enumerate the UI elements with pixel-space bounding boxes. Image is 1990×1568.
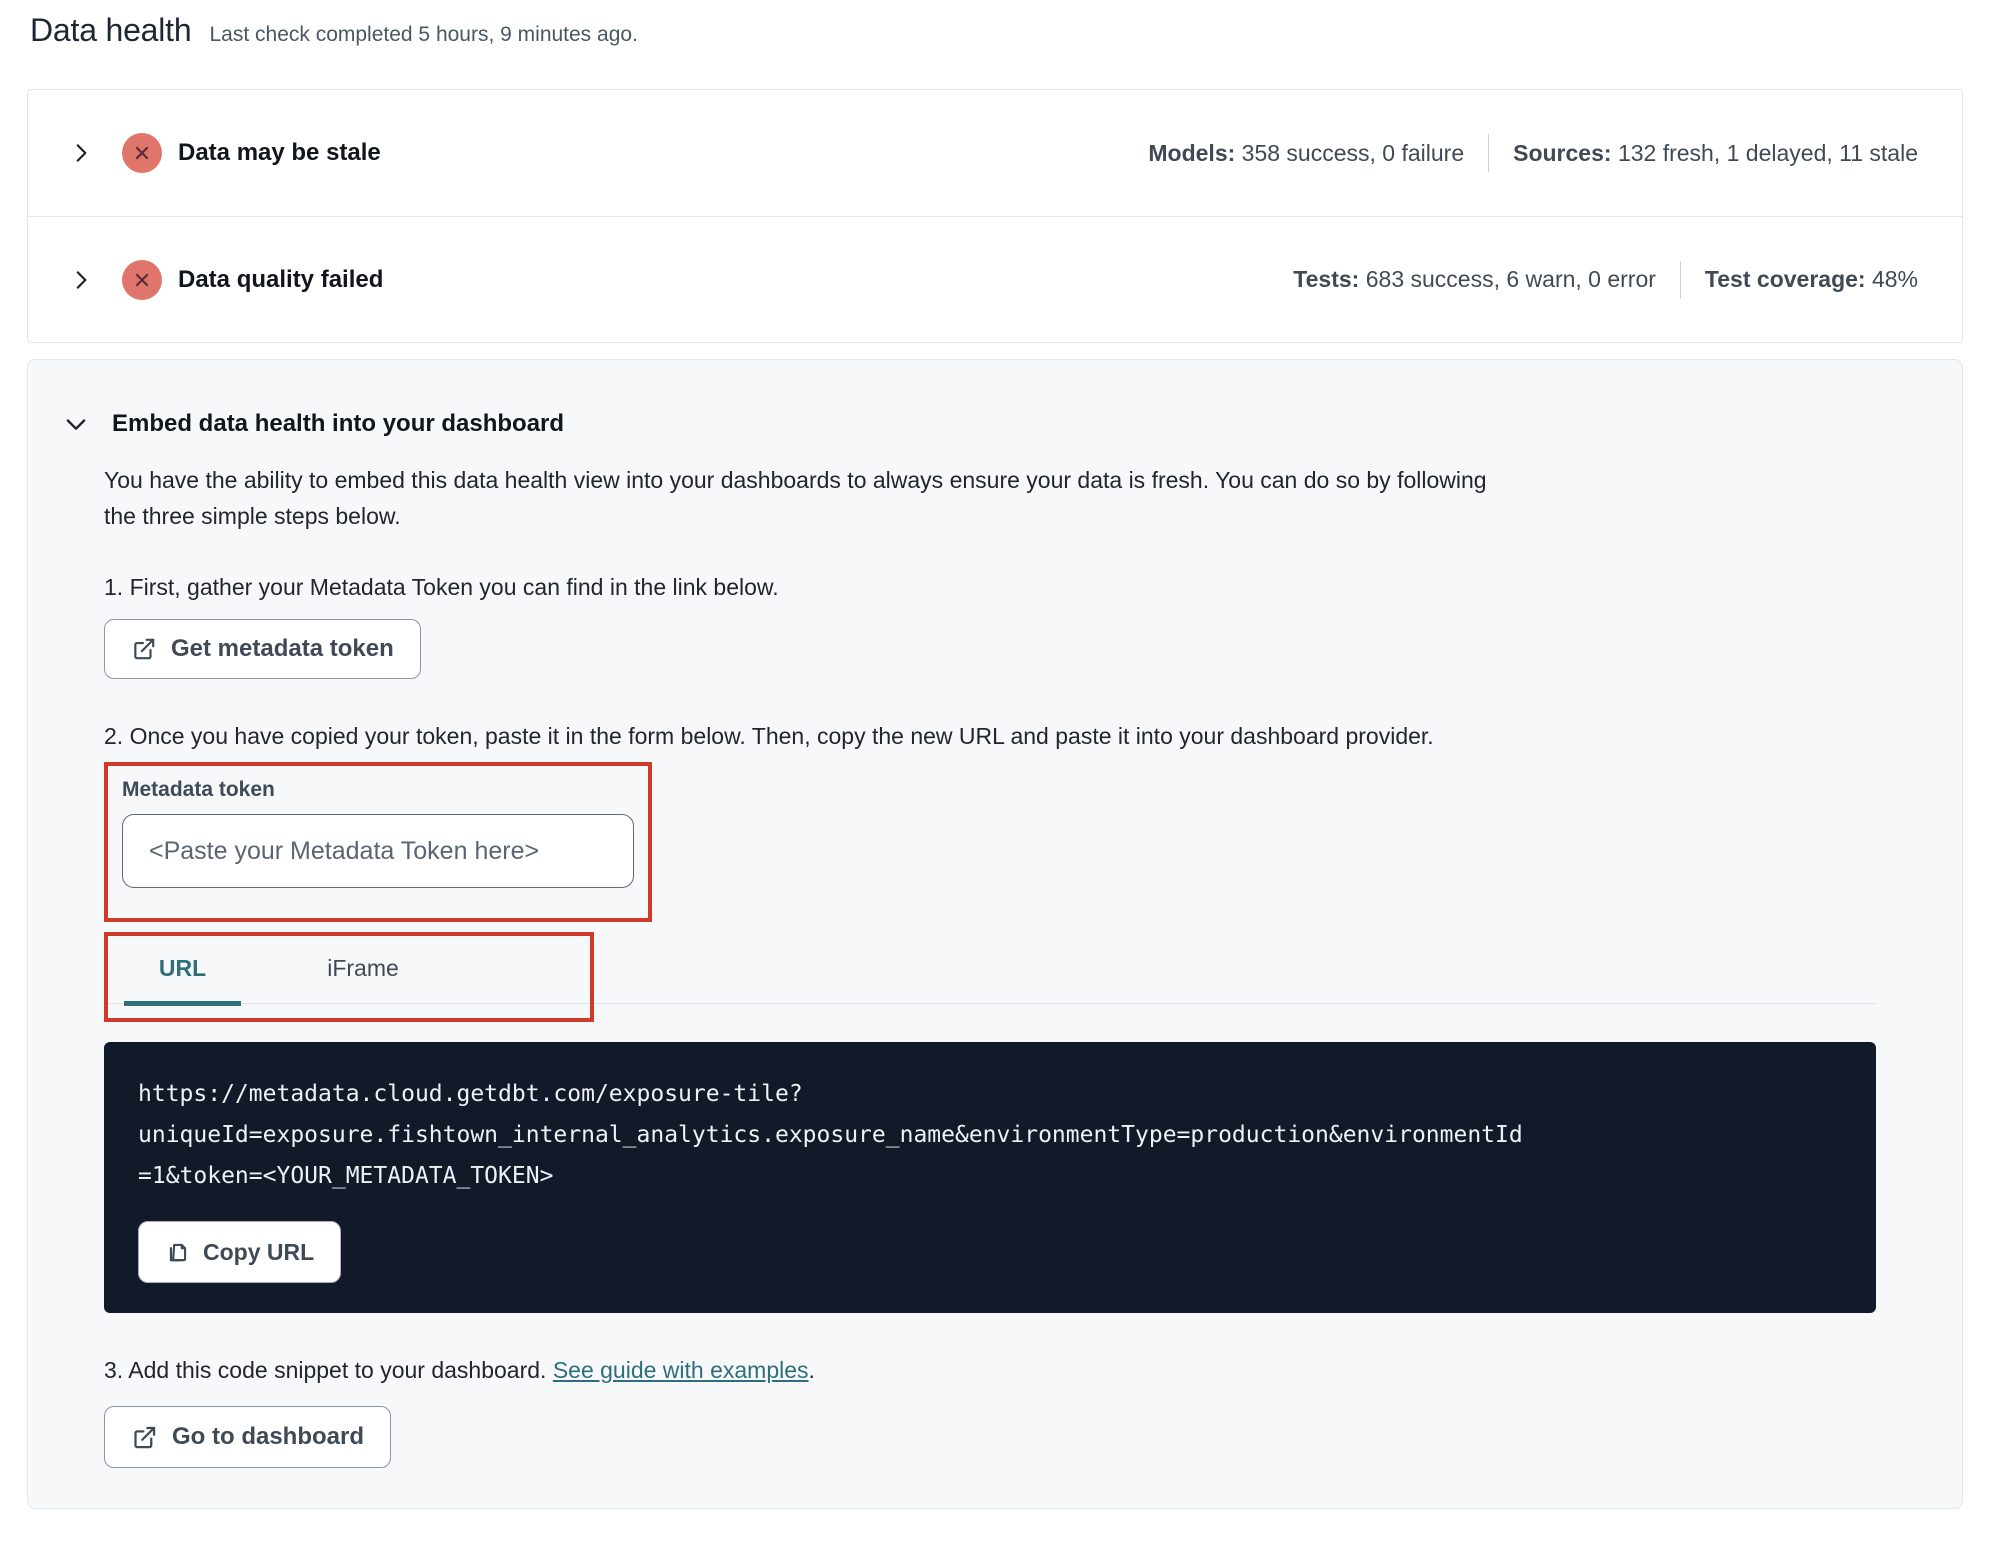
- step3-text-before-link: 3. Add this code snippet to your dashboa…: [104, 1357, 553, 1383]
- models-stat-label: Models:: [1148, 139, 1236, 166]
- metadata-token-input[interactable]: [122, 814, 634, 888]
- models-stat-value: 358 success, 0 failure: [1241, 139, 1465, 166]
- test-coverage-stat-label: Test coverage:: [1704, 266, 1866, 292]
- chevron-right-icon[interactable]: [68, 140, 94, 166]
- data-health-page: Data health Last check completed 5 hours…: [0, 0, 1990, 1529]
- get-metadata-token-button[interactable]: Get metadata token: [104, 619, 421, 679]
- embed-url-line: uniqueId=exposure.fishtown_internal_anal…: [138, 1122, 1523, 1148]
- active-tab-underline: [124, 1001, 241, 1006]
- page-header: Data health Last check completed 5 hours…: [30, 12, 1963, 49]
- external-link-icon: [131, 1424, 158, 1451]
- sources-stat-value: 132 fresh, 1 delayed, 11 stale: [1617, 139, 1918, 166]
- last-check-status: Last check completed 5 hours, 9 minutes …: [209, 23, 638, 46]
- status-row-stats: Models: 358 success, 0 failure Sources: …: [1148, 134, 1918, 172]
- copy-url-button[interactable]: Copy URL: [138, 1221, 342, 1283]
- copy-icon: [165, 1239, 191, 1265]
- test-coverage-stat: Test coverage: 48%: [1705, 266, 1918, 293]
- page-title: Data health: [30, 12, 192, 48]
- x-circle-icon: [122, 133, 162, 173]
- go-to-dashboard-button[interactable]: Go to dashboard: [104, 1406, 391, 1468]
- see-guide-link[interactable]: See guide with examples: [553, 1357, 809, 1383]
- status-row-stats: Tests: 683 success, 6 warn, 0 error Test…: [1293, 260, 1918, 299]
- tests-stat-value: 683 success, 6 warn, 0 error: [1365, 266, 1656, 292]
- embed-description: You have the ability to embed this data …: [104, 467, 1487, 529]
- chevron-right-icon[interactable]: [68, 267, 94, 293]
- models-stat: Models: 358 success, 0 failure: [1148, 140, 1464, 167]
- sources-stat: Sources: 132 fresh, 1 delayed, 11 stale: [1513, 140, 1918, 167]
- x-circle-icon: [122, 259, 162, 300]
- embed-panel-title: Embed data health into your dashboard: [112, 410, 565, 437]
- chevron-down-icon[interactable]: [62, 410, 90, 438]
- status-row-data-quality[interactable]: Data quality failed Tests: 683 success, …: [28, 216, 1962, 342]
- step3-text: 3. Add this code snippet to your dashboa…: [104, 1357, 1962, 1384]
- status-row-title: Data quality failed: [178, 265, 384, 293]
- embed-output-tabs: URL iFrame: [104, 932, 1876, 1022]
- tab-url-label: URL: [158, 954, 207, 981]
- get-metadata-token-label: Get metadata token: [171, 635, 394, 662]
- step1-text: 1. First, gather your Metadata Token you…: [104, 574, 779, 600]
- tab-iframe[interactable]: iFrame: [303, 932, 423, 1004]
- test-coverage-stat-value: 48%: [1871, 266, 1918, 292]
- embed-panel: Embed data health into your dashboard Yo…: [27, 359, 1963, 1509]
- tab-iframe-label: iFrame: [327, 954, 399, 981]
- embed-url-line: =1&token=<YOUR_METADATA_TOKEN>: [138, 1163, 554, 1189]
- status-row-data-stale[interactable]: Data may be stale Models: 358 success, 0…: [28, 90, 1962, 216]
- step3-text-after-link: .: [808, 1357, 815, 1383]
- external-link-icon: [131, 636, 157, 662]
- copy-url-label: Copy URL: [203, 1238, 315, 1265]
- tests-stat: Tests: 683 success, 6 warn, 0 error: [1293, 266, 1656, 293]
- status-row-title: Data may be stale: [178, 139, 381, 166]
- embed-url-line: https://metadata.cloud.getdbt.com/exposu…: [138, 1081, 803, 1107]
- embed-url-code-block: https://metadata.cloud.getdbt.com/exposu…: [104, 1042, 1876, 1313]
- metadata-token-label: Metadata token: [122, 778, 275, 801]
- tab-url[interactable]: URL: [124, 932, 241, 1006]
- sources-stat-label: Sources:: [1513, 139, 1612, 166]
- stats-divider: [1488, 134, 1490, 172]
- go-to-dashboard-label: Go to dashboard: [172, 1423, 364, 1450]
- stats-divider: [1679, 260, 1681, 299]
- embed-panel-header[interactable]: Embed data health into your dashboard: [62, 410, 1962, 438]
- annotation-box-token-form: Metadata token: [104, 762, 652, 922]
- step2-text: 2. Once you have copied your token, past…: [104, 723, 1434, 749]
- status-card: Data may be stale Models: 358 success, 0…: [27, 89, 1963, 343]
- tests-stat-label: Tests:: [1293, 266, 1360, 292]
